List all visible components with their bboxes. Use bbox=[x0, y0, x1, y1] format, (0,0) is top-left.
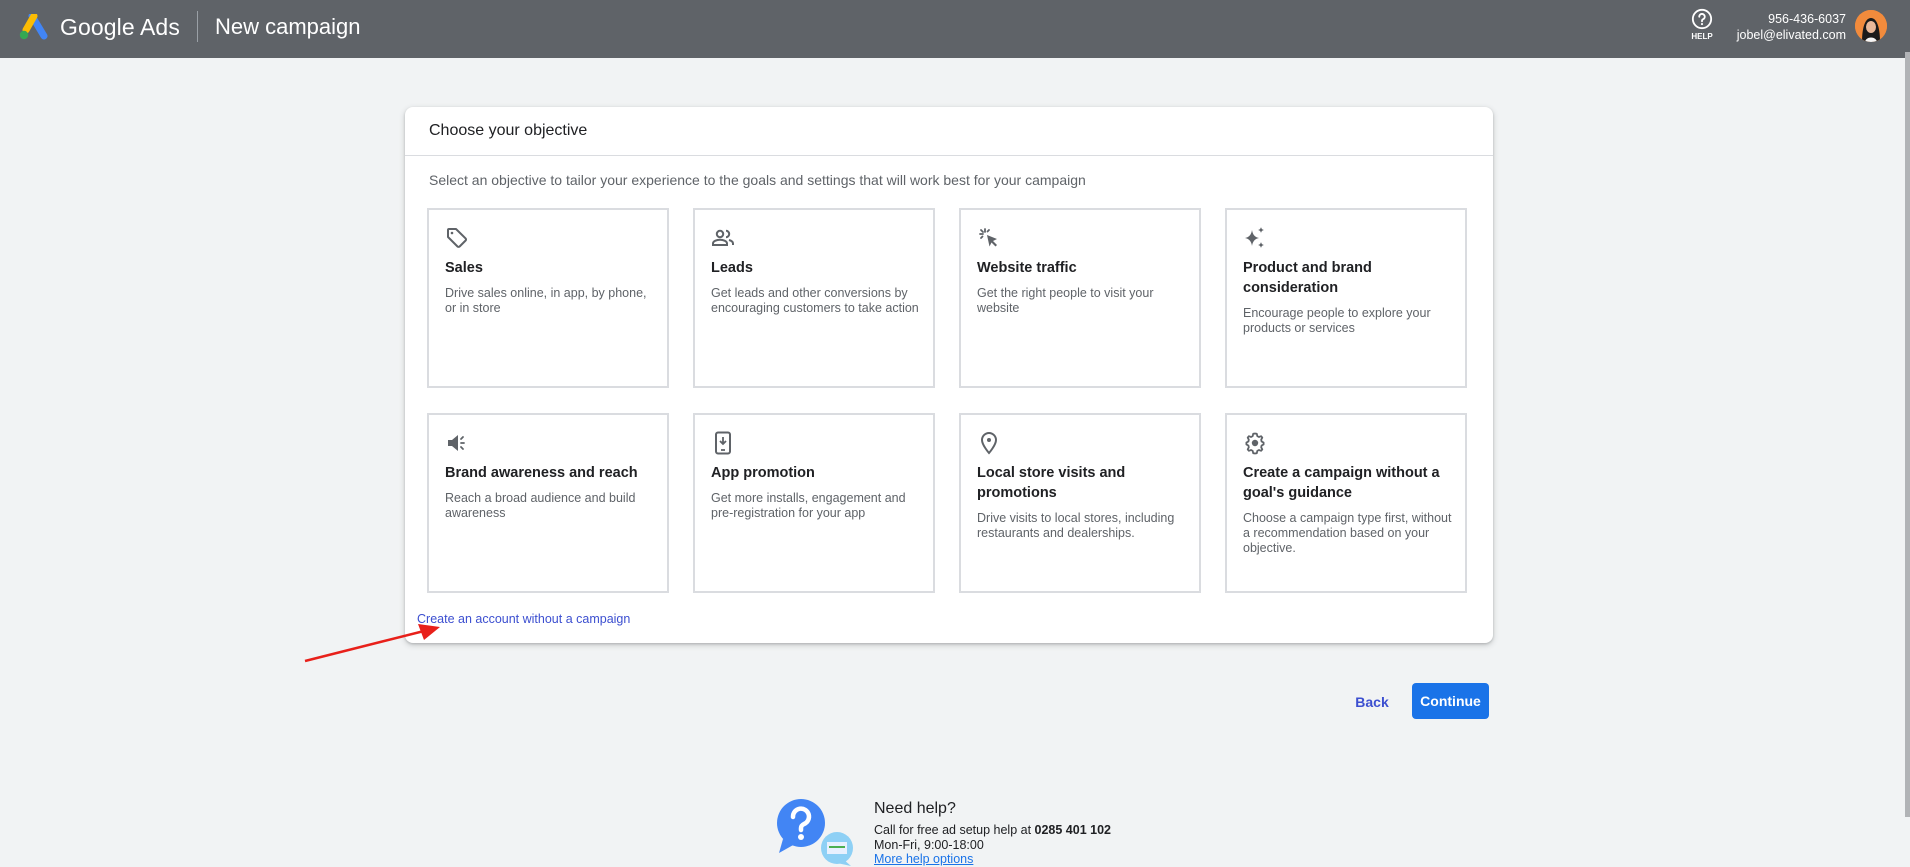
objective-description: Get the right people to visit your websi… bbox=[977, 286, 1154, 315]
continue-button[interactable]: Continue bbox=[1412, 683, 1489, 719]
back-button[interactable]: Back bbox=[1345, 684, 1399, 720]
objective-description: Get leads and other conversions by encou… bbox=[711, 286, 919, 315]
account-email: jobel@elivated.com bbox=[1736, 28, 1846, 42]
objective-tile-product-brand-consideration[interactable]: Product and brand consideration Encourag… bbox=[1225, 208, 1467, 388]
account-phone: 956-436-6037 bbox=[1768, 12, 1846, 26]
people-icon bbox=[712, 229, 734, 246]
card-title: Choose your objective bbox=[429, 122, 588, 139]
objective-title: Sales bbox=[445, 260, 483, 276]
card-divider bbox=[405, 155, 1493, 156]
help-chat-illustration-icon bbox=[777, 799, 853, 866]
phone-download-icon bbox=[715, 431, 731, 455]
objective-tile-sales[interactable]: Sales Drive sales online, in app, by pho… bbox=[427, 208, 669, 388]
objective-title: Leads bbox=[711, 260, 753, 276]
objective-description: Encourage people to explore your product… bbox=[1243, 306, 1431, 335]
objective-title: App promotion bbox=[711, 465, 815, 481]
top-app-bar: Google Ads New campaign HELP 956-436-603… bbox=[0, 0, 1910, 58]
objective-description: Reach a broad audience and build awarene… bbox=[445, 491, 636, 520]
objective-title: Local store visits and promotions bbox=[977, 465, 1126, 501]
objective-tile-local-store-visits[interactable]: Local store visits and promotions Drive … bbox=[959, 413, 1201, 593]
objective-description: Drive sales online, in app, by phone, or… bbox=[445, 286, 647, 315]
help-button[interactable]: HELP bbox=[1688, 8, 1716, 41]
card-subtitle: Select an objective to tailor your exper… bbox=[429, 172, 1086, 188]
sparkle-icon bbox=[1245, 227, 1264, 248]
objective-tile-brand-awareness[interactable]: Brand awareness and reach Reach a broad … bbox=[427, 413, 669, 593]
header-divider bbox=[197, 11, 198, 42]
objective-description: Choose a campaign type first, without a … bbox=[1243, 511, 1452, 555]
tag-icon bbox=[447, 228, 468, 248]
help-circle-icon bbox=[1691, 8, 1713, 30]
help-label: HELP bbox=[1691, 32, 1713, 41]
objective-tile-website-traffic[interactable]: Website traffic Get the right people to … bbox=[959, 208, 1201, 388]
objective-description: Drive visits to local stores, including … bbox=[977, 511, 1175, 540]
cursor-click-icon bbox=[979, 228, 997, 247]
need-help-heading: Need help? bbox=[874, 800, 956, 817]
annotation-arrow-icon bbox=[304, 624, 440, 663]
brand-name: Google Ads bbox=[60, 14, 180, 40]
account-info[interactable]: 956-436-6037 jobel@elivated.com bbox=[1737, 11, 1846, 43]
megaphone-icon bbox=[448, 435, 465, 451]
help-hours: Mon-Fri, 9:00-18:00 bbox=[874, 838, 984, 852]
objective-tile-no-goal-guidance[interactable]: Create a campaign without a goal's guida… bbox=[1225, 413, 1467, 593]
objective-title: Product and brand consideration bbox=[1243, 260, 1372, 296]
objective-title: Website traffic bbox=[977, 260, 1077, 276]
profile-photo-icon bbox=[1855, 10, 1887, 42]
page-title: New campaign bbox=[215, 14, 361, 39]
objective-card: Choose your objective Select an objectiv… bbox=[405, 107, 1493, 643]
help-call-text: Call for free ad setup help at 0285 401 … bbox=[874, 823, 1111, 837]
objective-title: Brand awareness and reach bbox=[445, 465, 638, 481]
avatar[interactable] bbox=[1855, 10, 1887, 42]
google-ads-logo-icon bbox=[19, 14, 48, 40]
location-pin-icon bbox=[980, 432, 998, 455]
gear-icon bbox=[1245, 432, 1265, 455]
help-call-prefix: Call for free ad setup help at bbox=[874, 823, 1035, 837]
objective-description: Get more installs, engagement and pre-re… bbox=[711, 491, 906, 520]
objective-tile-leads[interactable]: Leads Get leads and other conversions by… bbox=[693, 208, 935, 388]
objective-title: Create a campaign without a goal's guida… bbox=[1243, 465, 1440, 501]
objective-tile-app-promotion[interactable]: App promotion Get more installs, engagem… bbox=[693, 413, 935, 593]
help-phone-number: 0285 401 102 bbox=[1034, 823, 1111, 837]
more-help-options-link[interactable]: More help options bbox=[874, 852, 973, 866]
page-scrollbar[interactable] bbox=[1905, 52, 1910, 817]
